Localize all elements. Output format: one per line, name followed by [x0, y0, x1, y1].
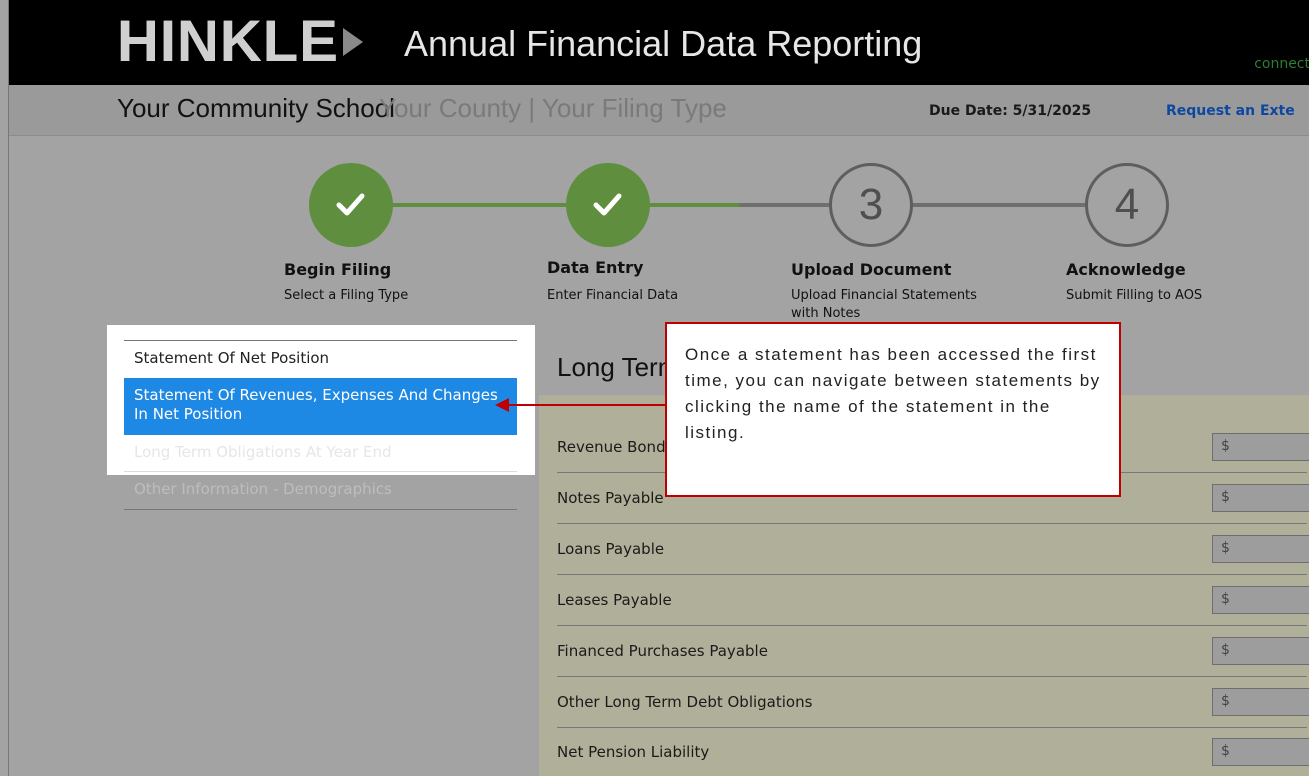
- request-extension-link[interactable]: Request an Exte: [1166, 103, 1295, 119]
- step-3-title: Upload Document: [791, 260, 952, 279]
- row-label: Loans Payable: [557, 540, 665, 558]
- amount-input[interactable]: $: [1212, 484, 1309, 512]
- step-1-circle[interactable]: [309, 163, 393, 247]
- amount-input[interactable]: $: [1212, 738, 1309, 766]
- check-icon: [593, 193, 622, 216]
- form-row-leases-payable: Leases Payable $: [557, 575, 1309, 626]
- callout-text: Once a statement has been accessed the f…: [685, 345, 1101, 442]
- check-icon: [336, 193, 365, 216]
- amount-input[interactable]: $: [1212, 433, 1309, 461]
- currency-symbol: $: [1221, 693, 1230, 709]
- school-name: Your Community School: [117, 93, 395, 123]
- sidebar-item-long-term-obligations[interactable]: Long Term Obligations At Year End: [124, 435, 517, 472]
- currency-symbol: $: [1221, 743, 1230, 759]
- step-4-number: 4: [1114, 180, 1140, 229]
- amount-input[interactable]: $: [1212, 688, 1309, 716]
- row-label: Notes Payable: [557, 489, 664, 507]
- row-label: Leases Payable: [557, 591, 672, 609]
- step-connector-3-4: [911, 203, 1085, 207]
- form-row-loans-payable: Loans Payable $: [557, 524, 1309, 575]
- callout-box: Once a statement has been accessed the f…: [665, 322, 1121, 497]
- step-connector-1-2: [392, 203, 566, 207]
- amount-input[interactable]: $: [1212, 637, 1309, 665]
- county-filing-type: Your County | Your Filing Type: [379, 93, 727, 123]
- amount-input[interactable]: $: [1212, 586, 1309, 614]
- currency-symbol: $: [1221, 540, 1230, 556]
- top-bar: HINKLE Annual Financial Data Reporting c…: [9, 0, 1309, 85]
- currency-symbol: $: [1221, 438, 1230, 454]
- row-label: Other Long Term Debt Obligations: [557, 693, 813, 711]
- currency-symbol: $: [1221, 642, 1230, 658]
- step-2-circle[interactable]: [566, 163, 650, 247]
- step-4-circle[interactable]: 4: [1085, 163, 1169, 247]
- app-frame: HINKLE Annual Financial Data Reporting c…: [8, 0, 1309, 776]
- step-1-description: Select a Filing Type: [284, 288, 409, 303]
- logo-arrow-icon: [342, 28, 363, 56]
- sidebar-item-revenues-expenses[interactable]: Statement Of Revenues, Expenses And Chan…: [124, 378, 517, 435]
- currency-symbol: $: [1221, 591, 1230, 607]
- step-3-number: 3: [858, 180, 884, 229]
- sub-header: Your Community School Your County | Your…: [9, 85, 1309, 136]
- step-2-description: Enter Financial Data: [547, 288, 679, 303]
- form-row-other-debt: Other Long Term Debt Obligations $: [557, 677, 1309, 728]
- logo-text: HINKLE: [117, 9, 339, 74]
- step-2-title: Data Entry: [547, 258, 644, 277]
- step-connector-2-3-complete: [649, 203, 739, 207]
- app-title: Annual Financial Data Reporting: [404, 23, 923, 64]
- callout-arrow-line: [509, 404, 665, 406]
- row-label: Financed Purchases Payable: [557, 642, 768, 660]
- statement-list: Statement Of Net Position Statement Of R…: [124, 340, 517, 510]
- amount-input[interactable]: $: [1212, 535, 1309, 563]
- due-date: Due Date: 5/31/2025: [929, 103, 1092, 119]
- hinkle-logo: HINKLE: [117, 10, 363, 74]
- step-3-description: Upload Financial Statements with Notes: [791, 288, 977, 321]
- form-row-financed-purchases: Financed Purchases Payable $: [557, 626, 1309, 677]
- sidebar-item-demographics[interactable]: Other Information - Demographics: [124, 472, 517, 510]
- step-4-title: Acknowledge: [1066, 260, 1186, 279]
- row-label: Net Pension Liability: [557, 743, 710, 761]
- callout-arrow-icon: [495, 398, 509, 412]
- sidebar-item-net-position[interactable]: Statement Of Net Position: [124, 341, 517, 378]
- currency-symbol: $: [1221, 489, 1230, 505]
- connect-link[interactable]: connect: [1254, 56, 1309, 72]
- form-row-net-pension: Net Pension Liability $: [557, 727, 1309, 776]
- step-1-title: Begin Filing: [284, 260, 392, 279]
- step-connector-2-3: [739, 203, 829, 207]
- step-4-description: Submit Filling to AOS: [1066, 288, 1203, 303]
- step-3-circle[interactable]: 3: [829, 163, 913, 247]
